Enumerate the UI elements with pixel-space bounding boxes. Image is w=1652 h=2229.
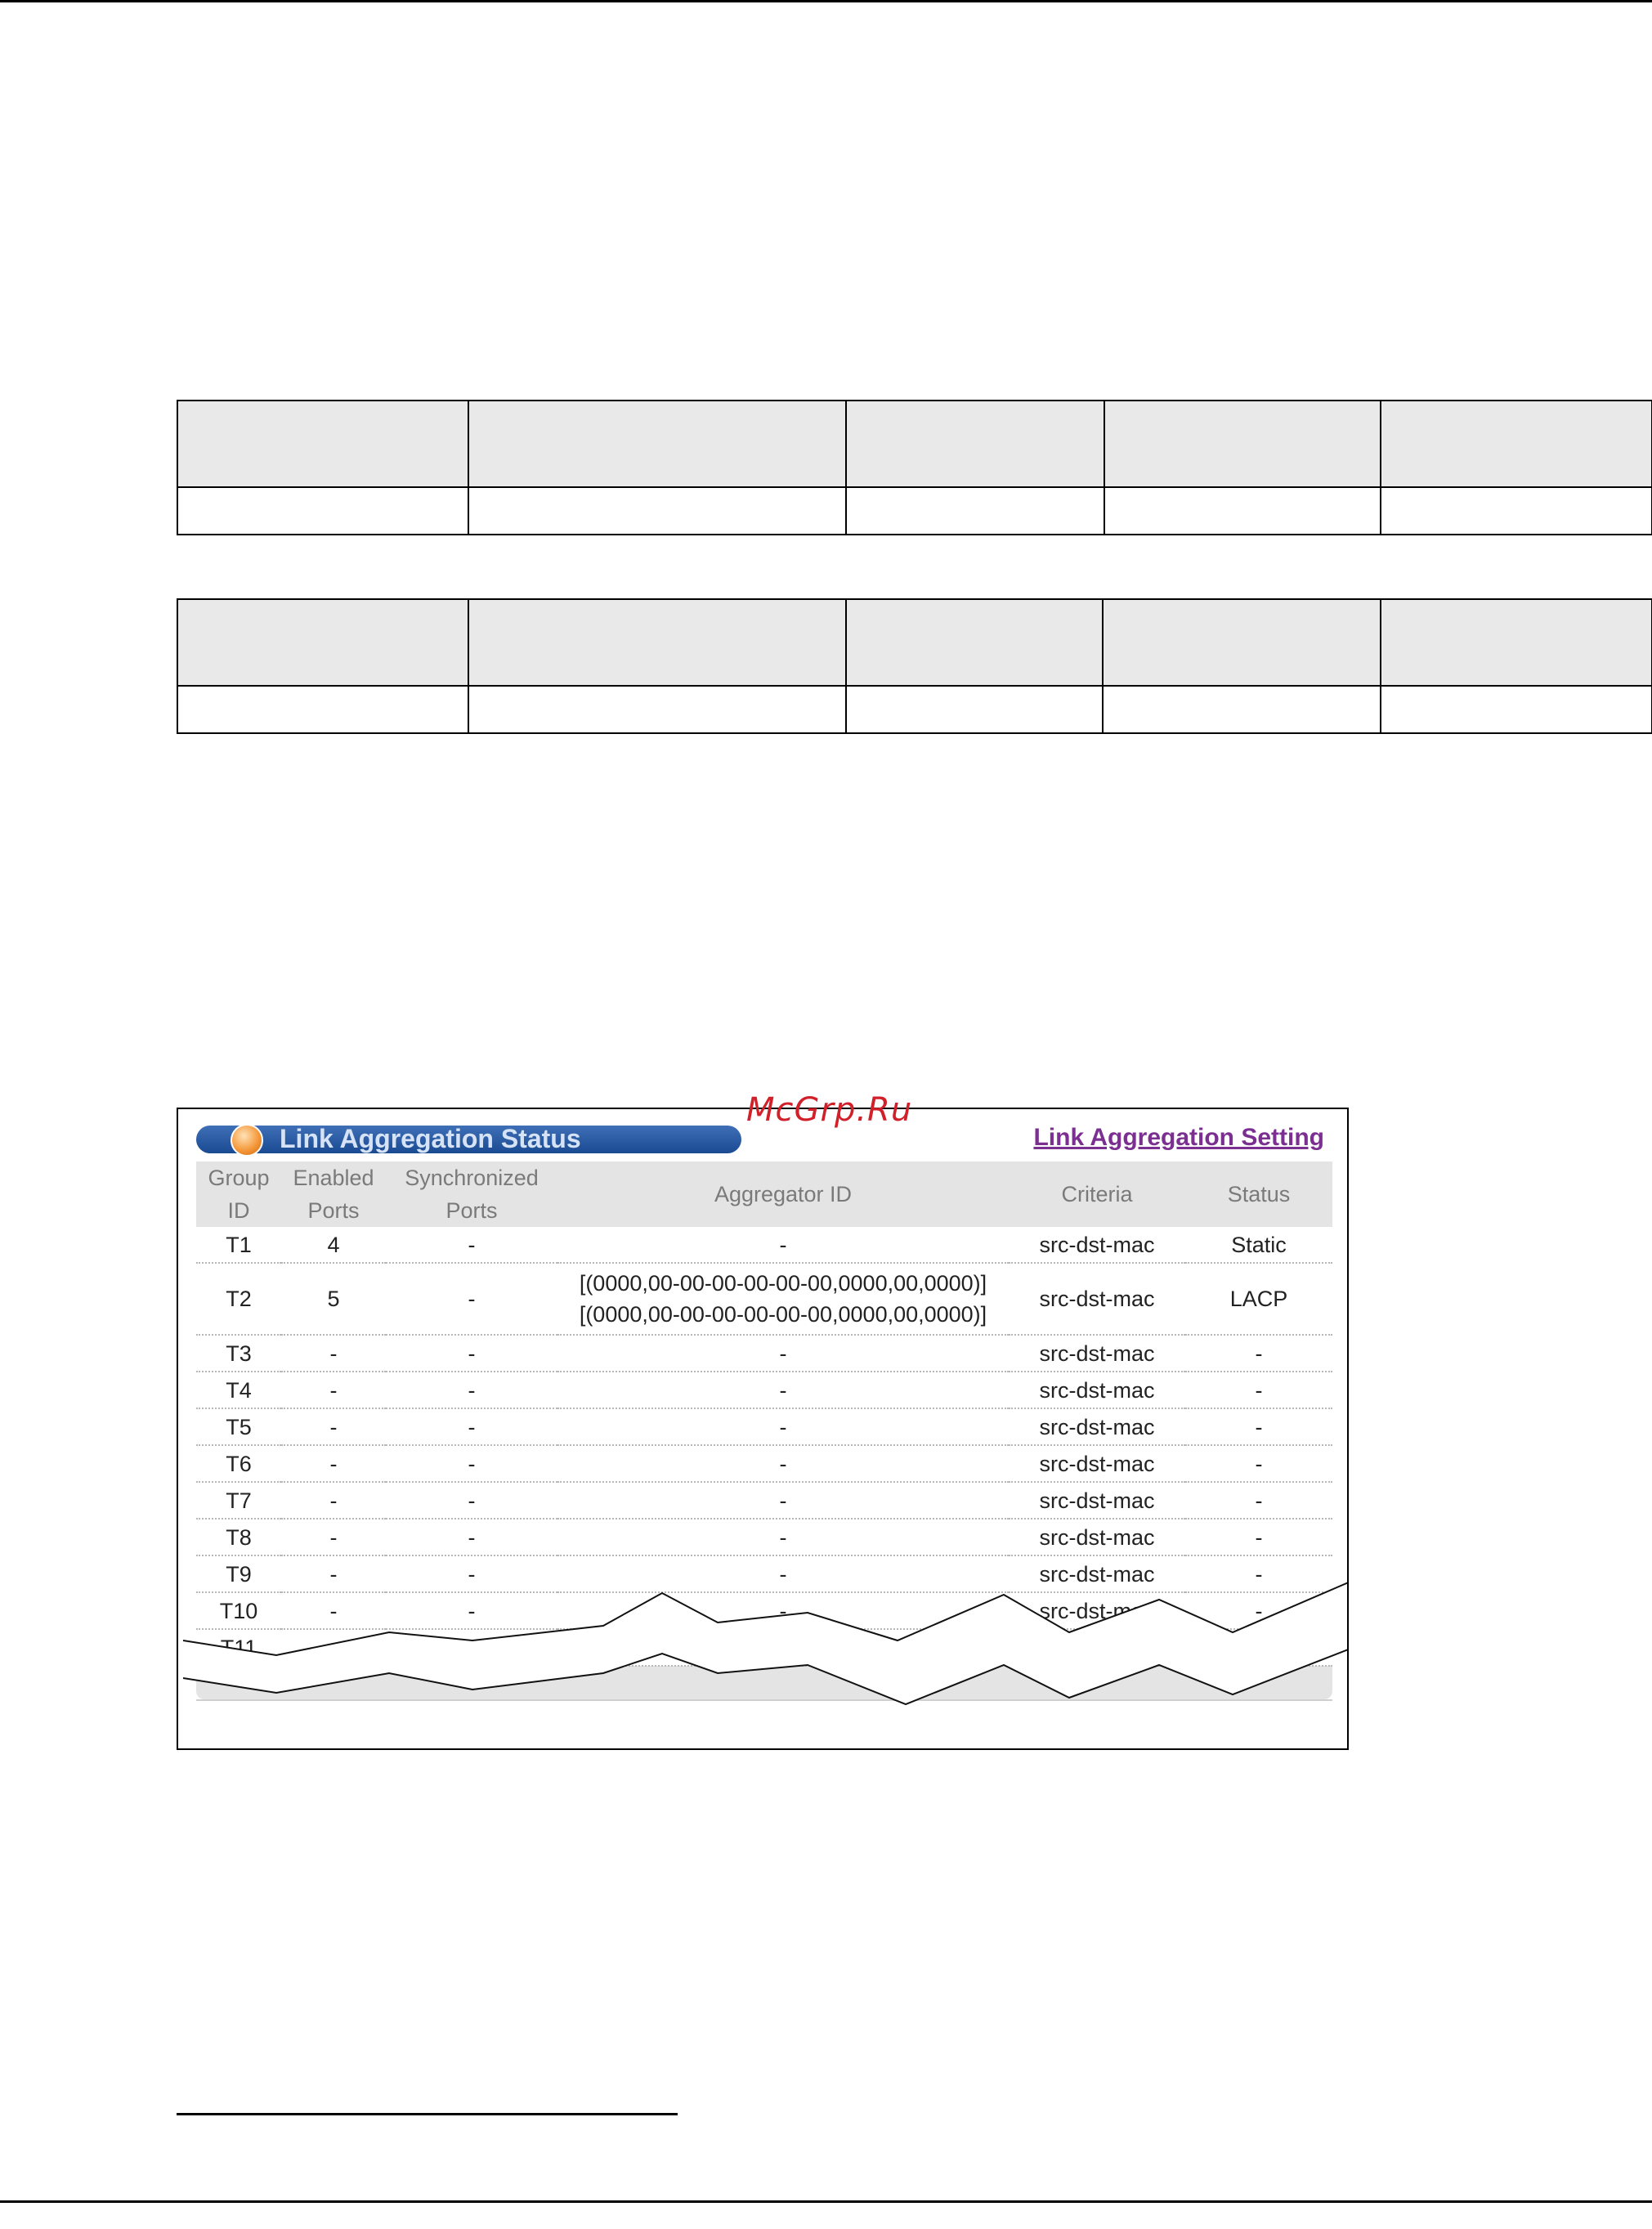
page-top-rule: [0, 0, 1652, 2]
break-mask: [183, 1582, 1347, 1704]
watermark: McGrp.Ru: [746, 1091, 913, 1129]
page-bottom-rule: [0, 2200, 1652, 2203]
footnote-rule: [177, 2113, 678, 2115]
torn-break-graphic: [182, 1582, 1347, 1706]
document-table-1: [177, 400, 1652, 535]
link-aggregation-screenshot: Link Aggregation Status Link Aggregation…: [177, 1108, 1349, 1750]
document-table-2: [177, 598, 1652, 734]
